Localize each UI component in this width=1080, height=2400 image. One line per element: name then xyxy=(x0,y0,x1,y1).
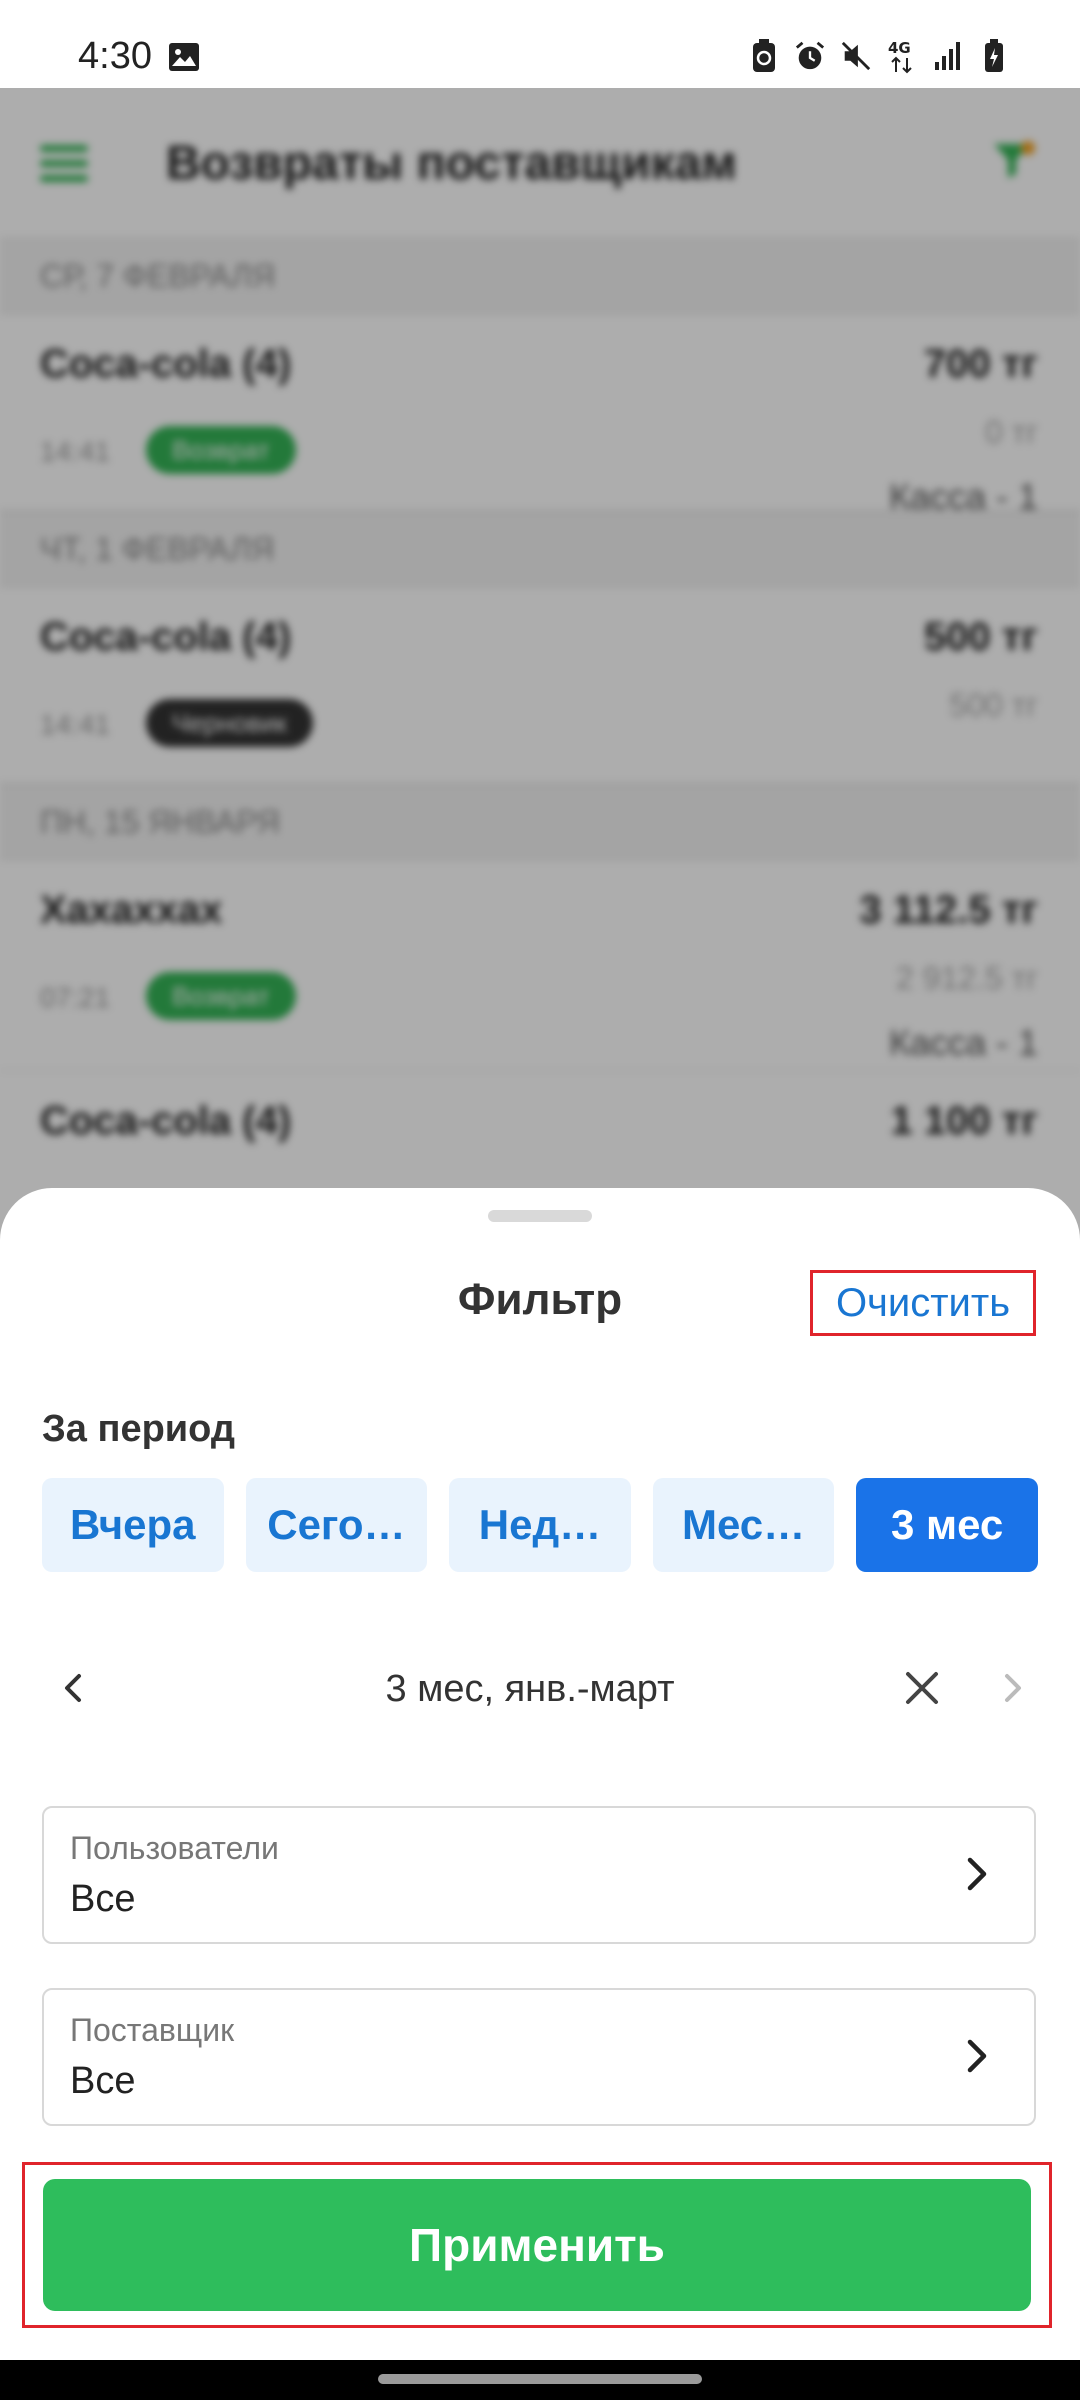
4g-icon: 4G xyxy=(886,38,918,74)
apply-button-highlight: Применить xyxy=(22,2162,1052,2328)
supplier-field[interactable]: Поставщик Все xyxy=(42,1988,1036,2126)
users-field-label: Пользователи xyxy=(70,1830,279,1866)
battery-saver-icon xyxy=(748,38,780,74)
users-field[interactable]: Пользователи Все xyxy=(42,1806,1036,1944)
chevron-right-icon xyxy=(956,2034,996,2083)
apply-button[interactable]: Применить xyxy=(43,2179,1031,2311)
date-range-row: 3 мес, янв.-март xyxy=(0,1638,1080,1748)
period-chip-3-months[interactable]: 3 мес xyxy=(856,1478,1038,1572)
status-time: 4:30 xyxy=(78,35,152,77)
supplier-field-value: Все xyxy=(70,2060,136,2102)
period-chip-today[interactable]: Сего… xyxy=(245,1478,428,1572)
signal-icon xyxy=(932,38,964,74)
image-icon xyxy=(168,42,200,77)
chevron-right-icon xyxy=(956,1852,996,1901)
chevron-right-icon[interactable] xyxy=(992,1668,1032,1713)
screen: 4:30 4G Возвраты поставщикам СР, 7 ФЕВРА… xyxy=(0,0,1080,2400)
svg-text:4G: 4G xyxy=(888,39,911,57)
clear-button[interactable]: Очистить xyxy=(810,1270,1036,1336)
period-chip-month[interactable]: Мес… xyxy=(652,1478,835,1572)
period-chip-week[interactable]: Нед… xyxy=(449,1478,631,1572)
navigation-bar xyxy=(0,2360,1080,2400)
status-icons: 4G xyxy=(748,38,1010,74)
close-icon[interactable] xyxy=(900,1666,944,1715)
alarm-icon xyxy=(794,38,826,74)
period-chip-yesterday[interactable]: Вчера xyxy=(42,1478,224,1572)
drag-handle[interactable] xyxy=(488,1210,592,1222)
status-bar: 4:30 4G xyxy=(0,0,1080,88)
users-field-value: Все xyxy=(70,1878,136,1920)
supplier-field-label: Поставщик xyxy=(70,2012,235,2048)
filter-bottom-sheet: Фильтр Очистить За период Вчера Сего… Не… xyxy=(0,1188,1080,2360)
mute-icon xyxy=(840,38,872,74)
home-gesture-handle[interactable] xyxy=(378,2374,702,2384)
battery-icon xyxy=(978,38,1010,74)
period-label: За период xyxy=(42,1408,235,1450)
period-chips: Вчера Сего… Нед… Мес… 3 мес xyxy=(42,1478,1038,1572)
